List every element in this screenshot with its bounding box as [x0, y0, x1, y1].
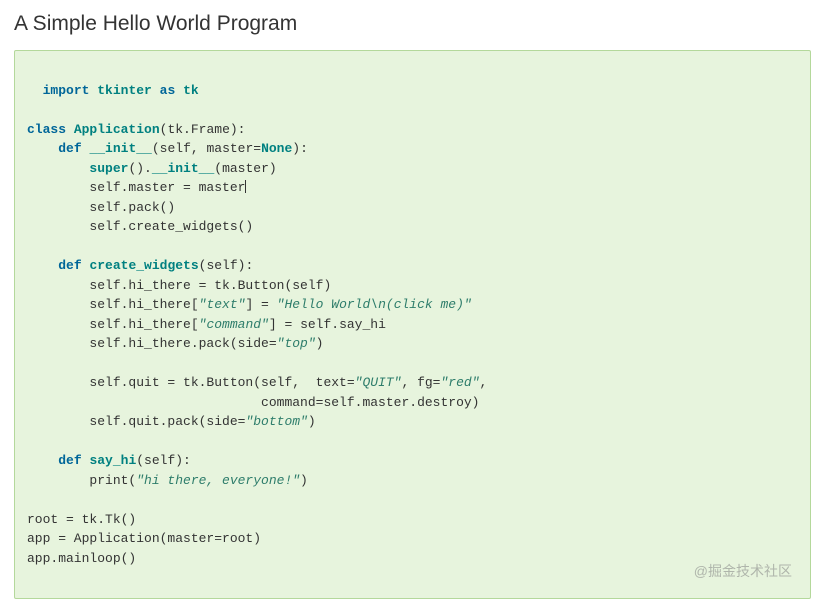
code-block: import tkinter as tk class Application(t… — [14, 50, 811, 599]
page-title: A Simple Hello World Program — [14, 12, 811, 36]
watermark: @掘金技术社区 — [694, 561, 792, 582]
text-cursor — [245, 180, 246, 193]
code-content: import tkinter as tk class Application(t… — [27, 83, 487, 566]
